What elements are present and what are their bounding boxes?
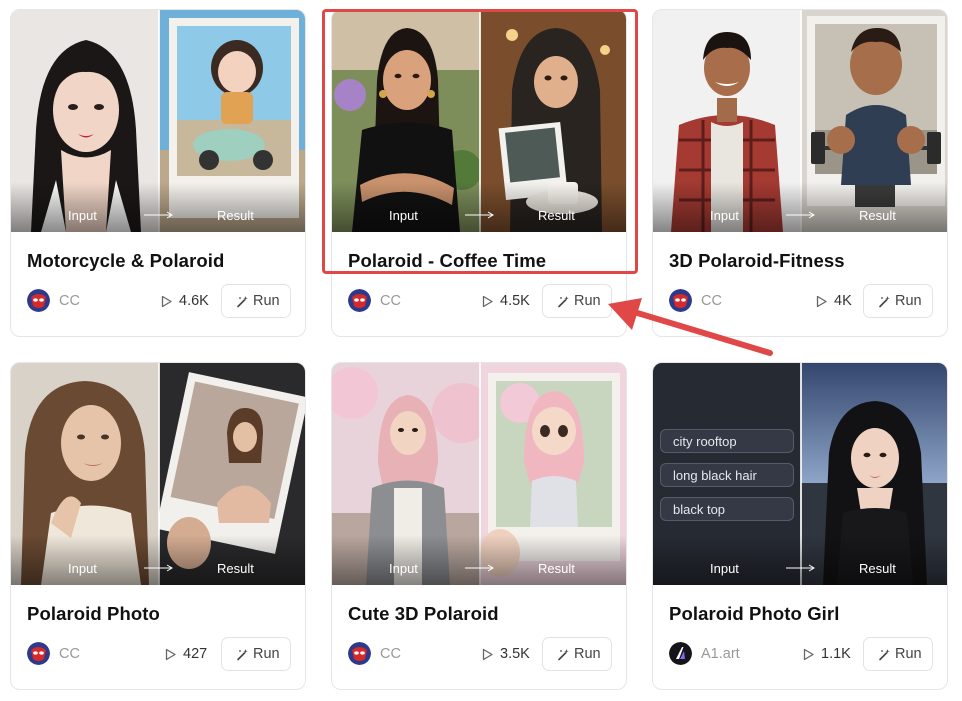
card-title[interactable]: 3D Polaroid-Fitness [669, 250, 845, 272]
prompt-chip: black top [660, 497, 794, 521]
template-card[interactable]: Input Result Motorcycle & Polaroid CC 4.… [10, 9, 306, 337]
result-label: Result [859, 561, 896, 576]
author-name[interactable]: A1.art [701, 646, 740, 662]
template-card[interactable]: Input Result 3D Polaroid-Fitness CC 4K R… [652, 9, 948, 337]
arrow-right-icon [786, 211, 815, 219]
prompt-chip: long black hair [660, 463, 794, 487]
run-button[interactable]: Run [863, 284, 933, 318]
input-label: Input [710, 208, 739, 223]
card-meta: A1.art 1.1K Run [669, 637, 933, 671]
card-meta: CC 4.5K Run [348, 284, 612, 318]
run-button[interactable]: Run [221, 284, 291, 318]
arrow-right-icon [144, 564, 173, 572]
template-card[interactable]: Input Result Polaroid Photo CC 427 Run [10, 362, 306, 690]
play-icon [165, 648, 176, 661]
card-meta: CC 427 Run [27, 637, 291, 671]
play-icon [161, 295, 172, 308]
input-label: Input [389, 561, 418, 576]
author-name[interactable]: CC [59, 293, 80, 309]
spider-avatar-icon[interactable] [27, 642, 50, 665]
a1-logo-icon[interactable] [669, 642, 692, 665]
magic-wand-icon [558, 296, 569, 308]
spider-avatar-icon[interactable] [348, 289, 371, 312]
magic-wand-icon [237, 649, 248, 661]
card-title[interactable]: Polaroid Photo Girl [669, 603, 839, 625]
arrow-right-icon [786, 564, 815, 572]
magic-wand-icon [879, 649, 890, 661]
result-label: Result [859, 208, 896, 223]
annotation-arrow-icon [608, 298, 773, 356]
card-meta: CC 4.6K Run [27, 284, 291, 318]
author-name[interactable]: CC [59, 646, 80, 662]
run-button[interactable]: Run [221, 637, 291, 671]
template-card[interactable]: Input Result Cute 3D Polaroid CC 3.5K Ru… [331, 362, 627, 690]
card-thumbnail[interactable]: Input Result [653, 10, 947, 232]
card-thumbnail[interactable]: city rooftop long black hair black top I… [653, 363, 947, 585]
run-button[interactable]: Run [863, 637, 933, 671]
magic-wand-icon [237, 296, 248, 308]
play-icon [816, 295, 827, 308]
input-label: Input [68, 208, 97, 223]
run-button[interactable]: Run [542, 637, 612, 671]
arrow-right-icon [144, 211, 173, 219]
card-title[interactable]: Polaroid Photo [27, 603, 160, 625]
template-card[interactable]: city rooftop long black hair black top I… [652, 362, 948, 690]
magic-wand-icon [558, 649, 569, 661]
input-label: Input [68, 561, 97, 576]
input-label: Input [710, 561, 739, 576]
card-title[interactable]: Cute 3D Polaroid [348, 603, 499, 625]
play-icon [482, 648, 493, 661]
result-label: Result [538, 561, 575, 576]
play-icon [482, 295, 493, 308]
run-button[interactable]: Run [542, 284, 612, 318]
card-thumbnail[interactable]: Input Result [332, 363, 626, 585]
card-thumbnail[interactable]: Input Result [11, 363, 305, 585]
arrow-right-icon [465, 564, 494, 572]
card-title[interactable]: Motorcycle & Polaroid [27, 250, 224, 272]
author-name[interactable]: CC [380, 646, 401, 662]
spider-avatar-icon[interactable] [27, 289, 50, 312]
card-meta: CC 3.5K Run [348, 637, 612, 671]
magic-wand-icon [879, 296, 890, 308]
result-label: Result [217, 561, 254, 576]
highlight-box [322, 9, 638, 274]
result-label: Result [217, 208, 254, 223]
play-icon [803, 648, 814, 661]
spider-avatar-icon[interactable] [348, 642, 371, 665]
prompt-chip: city rooftop [660, 429, 794, 453]
author-name[interactable]: CC [380, 293, 401, 309]
card-thumbnail[interactable]: Input Result [11, 10, 305, 232]
